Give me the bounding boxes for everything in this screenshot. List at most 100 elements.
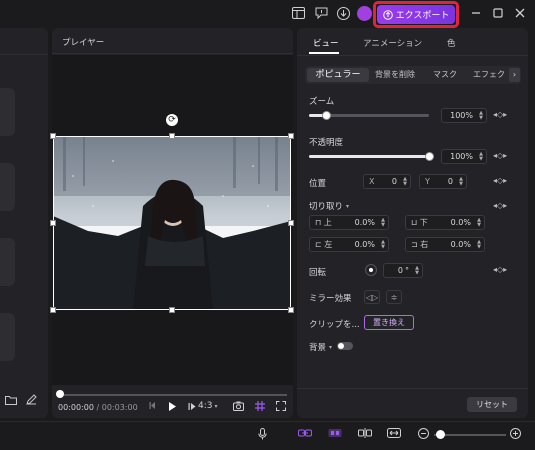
- crop-left-label: 左: [324, 240, 333, 249]
- resize-handle-bottom[interactable]: [169, 307, 175, 313]
- layout-icon[interactable]: [290, 5, 306, 21]
- rotation-label: 回転: [309, 268, 327, 278]
- magnet-icon[interactable]: [328, 428, 342, 438]
- subtab-effect[interactable]: エフェク: [473, 69, 509, 81]
- resize-handle-bottom-left[interactable]: [50, 307, 56, 313]
- media-card[interactable]: [0, 88, 15, 136]
- aspect-ratio-selector[interactable]: 4:3 ▾: [188, 401, 218, 411]
- keyframe-nav-icon[interactable]: ◂◇▸: [493, 265, 507, 274]
- resize-handle-left[interactable]: [50, 220, 56, 226]
- aspect-ratio-label: 4:3: [198, 401, 213, 411]
- zoom-out-icon[interactable]: [418, 428, 429, 439]
- crop-right-input[interactable]: ⊐ 右 0.0% ▲ ▼: [405, 237, 485, 252]
- crop-left-input[interactable]: ⊏ 左 0.0% ▲ ▼: [309, 237, 389, 252]
- stepper-icon[interactable]: ▲ ▼: [479, 111, 483, 121]
- media-card[interactable]: [0, 163, 15, 211]
- opacity-value-input[interactable]: 100% ▲ ▼: [441, 149, 487, 164]
- stepper-icon[interactable]: ▲ ▼: [477, 240, 481, 250]
- zoom-in-icon[interactable]: [510, 428, 521, 439]
- mirror-label: ミラー効果: [309, 294, 352, 304]
- media-card[interactable]: [0, 238, 15, 286]
- rotation-unit: °: [405, 266, 409, 275]
- rotation-value: 0: [397, 266, 403, 275]
- stepper-icon[interactable]: ▲ ▼: [403, 177, 407, 187]
- subtab-remove-background[interactable]: 背景を削除: [375, 69, 415, 81]
- crop-grid-icon[interactable]: [255, 401, 265, 411]
- background-toggle-knob: [338, 343, 344, 349]
- stepper-icon[interactable]: ▲ ▼: [381, 240, 385, 250]
- resize-handle-bottom-right[interactable]: [288, 307, 294, 313]
- position-x-input[interactable]: X 0 ▲ ▼: [363, 174, 411, 189]
- maximize-icon[interactable]: [490, 5, 506, 21]
- stepper-icon[interactable]: ▲ ▼: [415, 266, 419, 276]
- keyframe-nav-icon[interactable]: ◂◇▸: [493, 110, 507, 119]
- zoom-slider-knob[interactable]: [321, 111, 331, 120]
- crop-bottom-label: 下: [419, 218, 428, 227]
- player-header: プレイヤー: [52, 28, 293, 54]
- tab-color[interactable]: 色: [447, 37, 456, 49]
- subtab-popular[interactable]: ポピュラー: [307, 68, 369, 82]
- preview-image[interactable]: [53, 136, 291, 310]
- edit-icon[interactable]: [26, 394, 37, 405]
- resize-handle-top[interactable]: [169, 133, 175, 139]
- replace-button[interactable]: 置き換え: [364, 315, 414, 330]
- stepper-icon[interactable]: ▲ ▼: [381, 218, 385, 228]
- link-icon[interactable]: [298, 428, 312, 438]
- subtab-mask[interactable]: マスク: [433, 69, 457, 81]
- position-x-label: X: [369, 177, 375, 186]
- crop-top-icon: ⊓: [315, 218, 322, 227]
- progress-knob[interactable]: [56, 390, 64, 398]
- rotation-dial[interactable]: [365, 264, 377, 276]
- snapshot-icon[interactable]: [233, 401, 244, 411]
- stepper-icon[interactable]: ▲ ▼: [459, 177, 463, 187]
- keyframe-nav-icon[interactable]: ◂◇▸: [493, 201, 507, 210]
- crop-section-toggle[interactable]: 切り取り ▾: [309, 200, 349, 212]
- progress-track[interactable]: [58, 394, 287, 396]
- keyframe-nav-icon[interactable]: ◂◇▸: [493, 176, 507, 185]
- opacity-slider-knob[interactable]: [425, 152, 434, 161]
- zoom-value-input[interactable]: 100% ▲ ▼: [441, 108, 487, 123]
- crop-top-label-group: ⊓ 上: [315, 217, 332, 228]
- keyframe-nav-icon[interactable]: ◂◇▸: [493, 151, 507, 160]
- feedback-icon[interactable]: [313, 5, 329, 21]
- play-range-icon: [188, 402, 196, 410]
- clip-label: クリップを...: [309, 320, 360, 330]
- stepper-icon[interactable]: ▲ ▼: [477, 218, 481, 228]
- prev-frame-icon[interactable]: [148, 401, 157, 410]
- position-x-value: 0: [391, 177, 397, 186]
- download-icon[interactable]: [335, 5, 351, 21]
- fullscreen-icon[interactable]: [276, 401, 286, 411]
- timecode-current: 00:00:00: [58, 403, 94, 412]
- play-icon[interactable]: [167, 401, 177, 412]
- resize-handle-right[interactable]: [288, 220, 294, 226]
- flip-vertical-icon[interactable]: ≑: [386, 290, 402, 304]
- export-button[interactable]: エクスポート: [377, 5, 455, 24]
- fit-timeline-icon[interactable]: [387, 428, 401, 438]
- timeline-zoom-knob[interactable]: [436, 430, 445, 439]
- microphone-icon[interactable]: [258, 428, 267, 440]
- rotation-input[interactable]: 0 ° ▲ ▼: [383, 263, 423, 278]
- flip-horizontal-icon[interactable]: ◁▷: [364, 290, 380, 304]
- chevron-right-icon[interactable]: ›: [509, 68, 520, 82]
- avatar[interactable]: [357, 6, 372, 21]
- crop-bottom-input[interactable]: ⊔ 下 0.0% ▲ ▼: [405, 215, 485, 230]
- rotate-handle-icon[interactable]: ⟳: [166, 114, 178, 126]
- position-y-input[interactable]: Y 0 ▲ ▼: [419, 174, 467, 189]
- media-card[interactable]: [0, 313, 15, 361]
- folder-icon[interactable]: [5, 395, 17, 405]
- tab-divider: [297, 55, 528, 56]
- resize-handle-top-left[interactable]: [50, 133, 56, 139]
- player-panel: プレイヤー ⟳ 00:00:00 / 00:03:00 4:3 ▾: [50, 28, 294, 418]
- stepper-icon[interactable]: ▲ ▼: [479, 152, 483, 162]
- reset-button[interactable]: リセット: [467, 397, 517, 412]
- split-icon[interactable]: [358, 428, 372, 438]
- minimize-icon[interactable]: [468, 5, 484, 21]
- crop-bottom-label-group: ⊔ 下: [411, 217, 428, 228]
- resize-handle-top-right[interactable]: [288, 133, 294, 139]
- subtab-bar: ポピュラー 背景を削除 マスク エフェク ›: [305, 66, 521, 84]
- close-icon[interactable]: [512, 5, 528, 21]
- crop-left-icon: ⊏: [315, 240, 322, 249]
- crop-top-input[interactable]: ⊓ 上 0.0% ▲ ▼: [309, 215, 389, 230]
- tab-animation[interactable]: アニメーション: [363, 37, 422, 49]
- tab-view[interactable]: ビュー: [313, 37, 339, 49]
